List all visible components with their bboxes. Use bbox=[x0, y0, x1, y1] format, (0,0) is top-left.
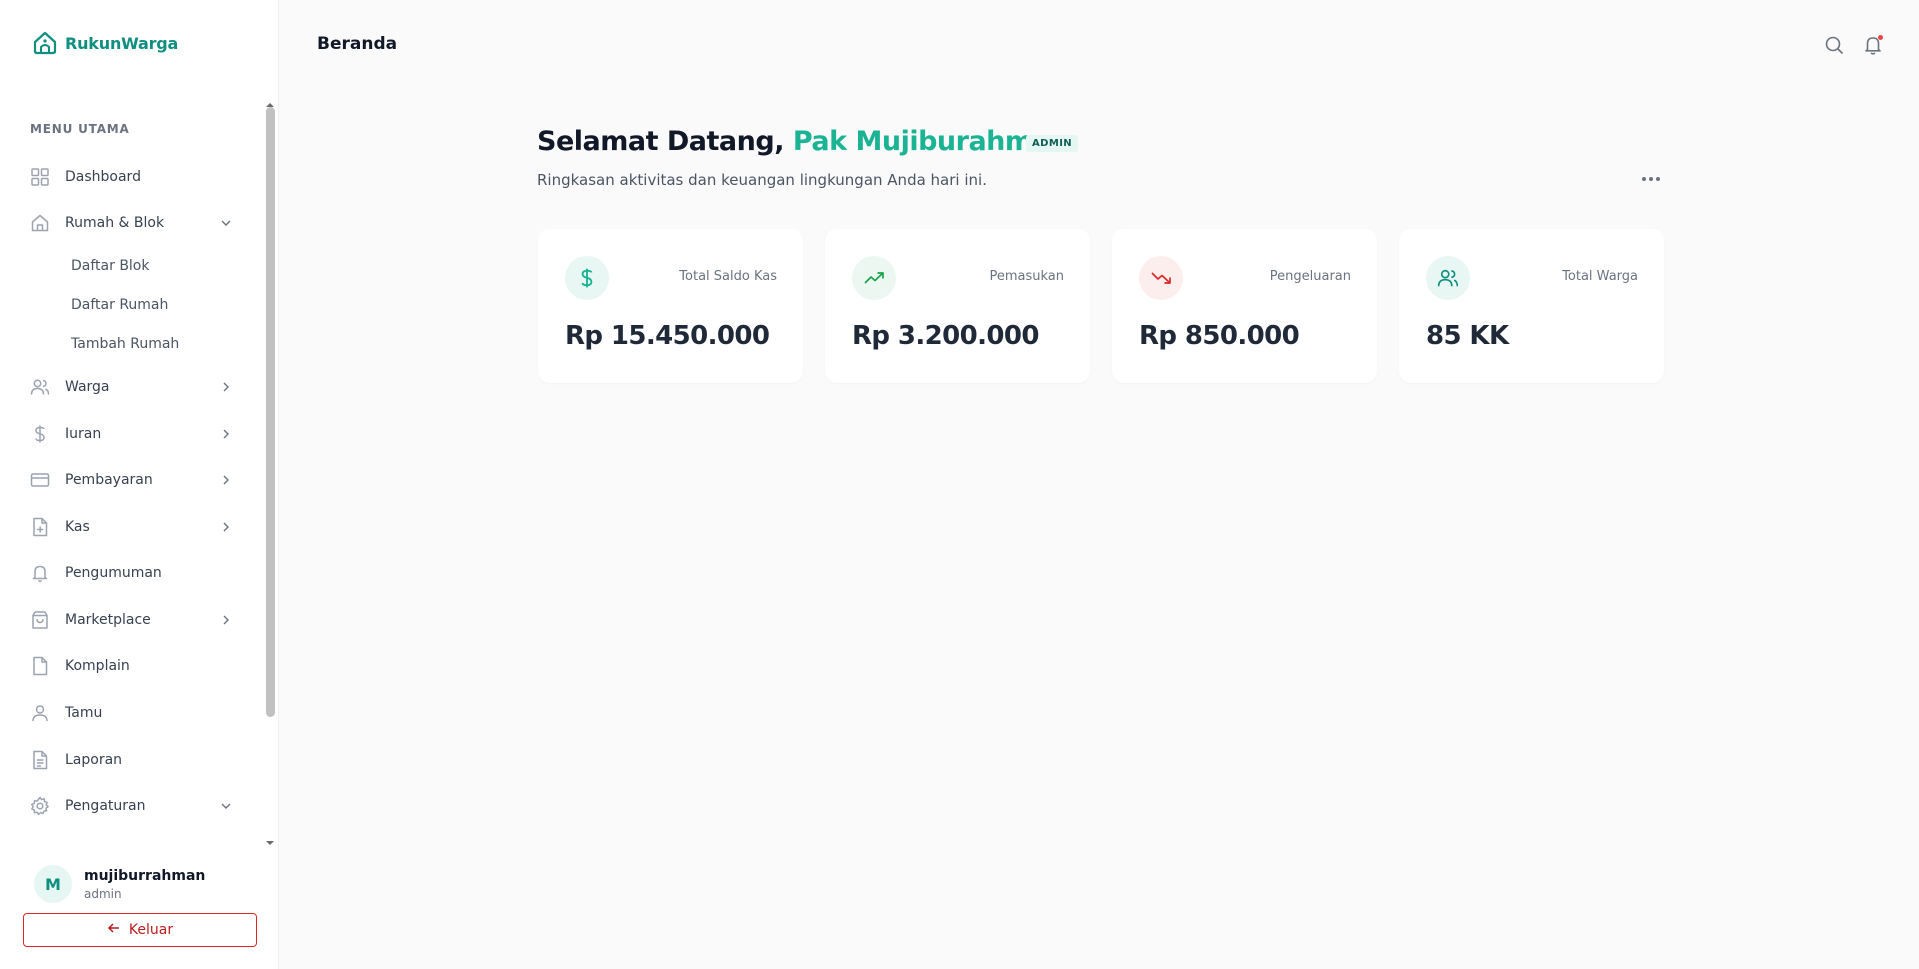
sidebar-item-pengumuman[interactable]: Pengumuman bbox=[0, 553, 260, 593]
sidebar-item-label: Marketplace bbox=[65, 612, 151, 628]
dollar-icon bbox=[565, 256, 609, 300]
stat-value: Rp 850.000 bbox=[1139, 321, 1300, 351]
welcome-greeting: Selamat Datang, bbox=[537, 126, 793, 157]
sidebar-subitem-daftar-rumah[interactable]: Daftar Rumah bbox=[71, 297, 168, 313]
logout-label: Keluar bbox=[128, 922, 174, 938]
sidebar-item-label: Komplain bbox=[65, 658, 130, 674]
sidebar-item-label: Pembayaran bbox=[65, 472, 153, 488]
sidebar-item-label: Laporan bbox=[65, 752, 123, 768]
role-badge: ADMIN bbox=[1026, 135, 1079, 152]
sidebar: RukunWarga MENU UTAMA Dashboard Rumah & … bbox=[0, 0, 279, 969]
sidebar-item-label: Pengaturan bbox=[65, 798, 146, 814]
stat-label: Total Warga bbox=[1562, 269, 1638, 284]
sidebar-item-dashboard[interactable]: Dashboard bbox=[0, 157, 260, 197]
file-icon bbox=[30, 656, 50, 676]
users-icon bbox=[1426, 256, 1470, 300]
welcome-subtitle: Ringkasan aktivitas dan keuangan lingkun… bbox=[537, 171, 987, 189]
user-name: mujiburrahman bbox=[84, 867, 206, 884]
menu-section-title: MENU UTAMA bbox=[30, 122, 130, 136]
trending-up-icon bbox=[852, 256, 896, 300]
scroll-down-arrow-icon[interactable] bbox=[265, 832, 275, 845]
stat-value: Rp 15.450.000 bbox=[565, 321, 770, 351]
chevron-down-icon bbox=[218, 215, 234, 231]
page-title: Beranda bbox=[317, 34, 398, 54]
sidebar-item-label: Iuran bbox=[65, 426, 102, 442]
sidebar-item-label: Pengumuman bbox=[65, 565, 162, 581]
stat-label: Total Saldo Kas bbox=[679, 269, 777, 284]
sidebar-nav: MENU UTAMA Dashboard Rumah & Blok Daftar… bbox=[0, 92, 279, 844]
sidebar-item-marketplace[interactable]: Marketplace bbox=[0, 600, 260, 640]
sidebar-item-iuran[interactable]: Iuran bbox=[0, 414, 260, 454]
sidebar-item-label: Kas bbox=[65, 519, 90, 535]
user-profile[interactable]: M mujiburrahman admin bbox=[34, 865, 205, 903]
file-plus-icon bbox=[30, 517, 50, 537]
home-icon bbox=[30, 213, 50, 233]
brand-logo[interactable]: RukunWarga bbox=[31, 29, 178, 57]
avatar: M bbox=[34, 865, 72, 903]
brand-name: RukunWarga bbox=[65, 33, 179, 53]
file-text-icon bbox=[30, 750, 50, 770]
chevron-right-icon bbox=[218, 426, 234, 442]
stat-card-pemasukan[interactable]: Pemasukan Rp 3.200.000 bbox=[825, 229, 1090, 383]
bell-icon bbox=[30, 563, 50, 583]
stat-value: Rp 3.200.000 bbox=[852, 321, 1039, 351]
arrow-left-icon bbox=[107, 921, 121, 939]
sidebar-item-pembayaran[interactable]: Pembayaran bbox=[0, 460, 260, 500]
sidebar-scrollbar-thumb[interactable] bbox=[266, 107, 275, 717]
shopping-bag-icon bbox=[30, 610, 50, 630]
sidebar-item-label: Warga bbox=[65, 379, 110, 395]
chevron-right-icon bbox=[218, 472, 234, 488]
sidebar-item-rumah-blok[interactable]: Rumah & Blok bbox=[0, 203, 260, 243]
sidebar-item-warga[interactable]: Warga bbox=[0, 367, 260, 407]
notification-bell-icon[interactable] bbox=[1862, 34, 1884, 56]
sidebar-item-label: Rumah & Blok bbox=[65, 215, 165, 231]
stat-label: Pengeluaran bbox=[1269, 269, 1351, 284]
trending-down-icon bbox=[1139, 256, 1183, 300]
credit-card-icon bbox=[30, 470, 50, 490]
users-icon bbox=[30, 377, 50, 397]
sidebar-item-kas[interactable]: Kas bbox=[0, 507, 260, 547]
search-icon[interactable] bbox=[1823, 34, 1845, 56]
logout-button[interactable]: Keluar bbox=[23, 913, 257, 947]
house-logo-icon bbox=[31, 29, 59, 57]
stat-value: 85 KK bbox=[1426, 321, 1509, 351]
stat-card-pengeluaran[interactable]: Pengeluaran Rp 850.000 bbox=[1112, 229, 1377, 383]
grid-icon bbox=[30, 167, 50, 187]
sidebar-item-laporan[interactable]: Laporan bbox=[0, 740, 260, 780]
sidebar-item-label: Tamu bbox=[65, 705, 103, 721]
sidebar-item-pengaturan[interactable]: Pengaturan bbox=[0, 786, 260, 826]
scroll-up-arrow-icon[interactable] bbox=[265, 94, 275, 107]
stat-label: Pemasukan bbox=[989, 269, 1064, 284]
dollar-icon bbox=[30, 424, 50, 444]
user-icon bbox=[30, 703, 50, 723]
chevron-right-icon bbox=[218, 379, 234, 395]
chevron-down-icon bbox=[218, 798, 234, 814]
sidebar-item-tamu[interactable]: Tamu bbox=[0, 693, 260, 733]
more-options-icon[interactable] bbox=[1639, 170, 1663, 188]
stat-card-saldo-kas[interactable]: Total Saldo Kas Rp 15.450.000 bbox=[538, 229, 803, 383]
sidebar-item-label: Dashboard bbox=[65, 169, 141, 185]
settings-icon bbox=[30, 796, 50, 816]
chevron-right-icon bbox=[218, 612, 234, 628]
stat-card-total-warga[interactable]: Total Warga 85 KK bbox=[1399, 229, 1664, 383]
chevron-right-icon bbox=[218, 519, 234, 535]
sidebar-subitem-daftar-blok[interactable]: Daftar Blok bbox=[71, 258, 149, 274]
user-role: admin bbox=[84, 886, 122, 901]
sidebar-subitem-tambah-rumah[interactable]: Tambah Rumah bbox=[71, 336, 179, 352]
notification-dot bbox=[1878, 35, 1883, 40]
sidebar-item-komplain[interactable]: Komplain bbox=[0, 646, 260, 686]
welcome-heading: Selamat Datang, Pak Mujiburahman bbox=[537, 126, 1069, 157]
